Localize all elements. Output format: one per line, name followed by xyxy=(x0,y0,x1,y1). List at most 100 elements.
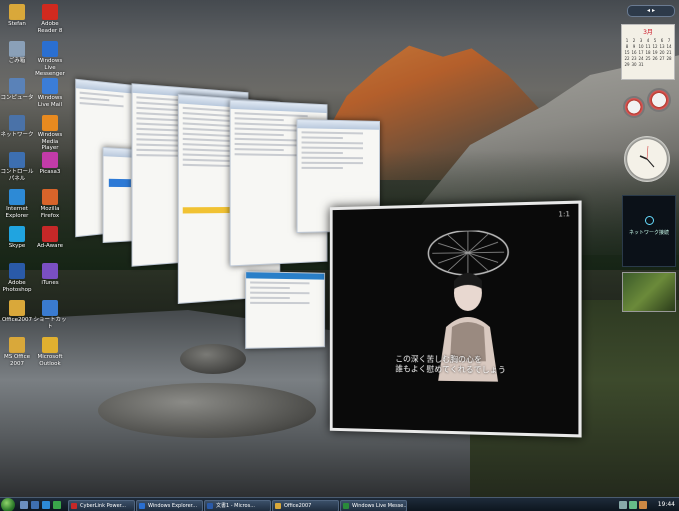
desktop-icon-label: Microsoft Outlook xyxy=(37,354,63,367)
app-icon xyxy=(42,78,58,94)
calendar-day[interactable]: 14 xyxy=(666,44,672,49)
clipboard-gadget[interactable] xyxy=(621,88,673,124)
desktop-icon-label: Windows Media Player xyxy=(37,132,63,151)
calendar-day[interactable]: 4 xyxy=(645,38,651,43)
taskbar-button[interactable]: CyberLink Power... xyxy=(68,500,135,511)
calendar-day[interactable]: 9 xyxy=(631,44,637,49)
calendar-day[interactable]: 6 xyxy=(659,38,665,43)
desktop-icon[interactable]: Windows Live Messenger xyxy=(33,41,67,78)
calendar-day[interactable]: 27 xyxy=(659,56,665,61)
taskbar-button-label: Office2007 xyxy=(284,503,312,509)
network-tray-icon[interactable] xyxy=(629,501,637,509)
desktop-icon[interactable]: ごみ箱 xyxy=(0,41,34,65)
taskbar-button[interactable]: Office2007 xyxy=(272,500,339,511)
show-desktop-icon[interactable] xyxy=(20,501,28,509)
desktop-icon[interactable]: MS Office 2007 xyxy=(0,337,34,367)
calendar-day[interactable]: 17 xyxy=(638,50,644,55)
ie-launch-icon[interactable] xyxy=(42,501,50,509)
sidebar-toggle-button[interactable]: ◂ ▸ xyxy=(627,5,675,17)
calendar-day[interactable]: 26 xyxy=(652,56,658,61)
network-gadget[interactable]: ネットワーク接続 xyxy=(622,195,676,267)
calendar-day[interactable]: 11 xyxy=(645,44,651,49)
desktop-icon[interactable]: Office2007 xyxy=(0,300,34,324)
window-titlebar xyxy=(297,120,380,130)
calendar-day[interactable]: 1 xyxy=(624,38,630,43)
calendar-day[interactable]: 18 xyxy=(645,50,651,55)
desktop-icon-label: Adobe Reader 8 xyxy=(37,21,63,34)
desktop-icon[interactable]: Internet Explorer xyxy=(0,189,34,219)
clock-hands-icon xyxy=(639,145,655,168)
calendar-day[interactable]: 12 xyxy=(652,44,658,49)
desktop-icon-label: Skype xyxy=(8,243,26,249)
calendar-day[interactable]: 29 xyxy=(624,62,630,67)
app-icon xyxy=(9,300,25,316)
task-app-icon xyxy=(275,503,281,509)
taskbar: CyberLink Power... Windows Explorer... 文書1… xyxy=(0,497,679,511)
volume-icon[interactable] xyxy=(619,501,627,509)
desktop-icon[interactable]: Microsoft Outlook xyxy=(33,337,67,367)
calendar-day[interactable]: 31 xyxy=(638,62,644,67)
desktop-icon[interactable]: Windows Live Mail xyxy=(33,78,67,108)
taskbar-button[interactable]: Windows Live Messe... xyxy=(340,500,407,511)
desktop-icon[interactable]: Skype xyxy=(0,226,34,250)
calendar-day[interactable]: 28 xyxy=(666,56,672,61)
taskbar-button-label: Windows Explorer... xyxy=(148,503,198,509)
calendar-day[interactable]: 24 xyxy=(638,56,644,61)
app-icon xyxy=(9,115,25,131)
desktop-icon-label: Picasa3 xyxy=(39,169,61,175)
calendar-day[interactable]: 2 xyxy=(631,38,637,43)
calendar-day[interactable]: 20 xyxy=(659,50,665,55)
calendar-day[interactable]: 8 xyxy=(624,44,630,49)
desktop-icon[interactable]: Picasa3 xyxy=(33,152,67,176)
calendar-day[interactable]: 13 xyxy=(659,44,665,49)
app-icon xyxy=(9,41,25,57)
calendar-day[interactable]: 30 xyxy=(631,62,637,67)
calendar-day[interactable]: 3 xyxy=(638,38,644,43)
video-player-window[interactable]: 1:1 この深く苦しむ胸の心を 誰もよく慰めてくれるでしょう xyxy=(329,200,582,438)
start-button[interactable] xyxy=(1,498,15,511)
calendar-day[interactable]: 23 xyxy=(631,56,637,61)
app-icon xyxy=(9,337,25,353)
calendar-day[interactable]: 21 xyxy=(666,50,672,55)
app-icon xyxy=(42,263,58,279)
calendar-day[interactable]: 10 xyxy=(638,44,644,49)
slideshow-gadget[interactable] xyxy=(622,272,676,312)
app-icon xyxy=(42,4,58,20)
calendar-day[interactable]: 25 xyxy=(645,56,651,61)
calendar-gadget[interactable]: 3月 1 2 3 4 5 6 7 8 9 10 11 12 13 14 15 16 17 18 19 20 21 22 23… xyxy=(621,24,675,80)
taskbar-button[interactable]: Windows Explorer... xyxy=(136,500,203,511)
desktop-icon-label: Ad-Aware xyxy=(37,243,63,249)
desktop-icon[interactable]: Adobe Photoshop xyxy=(0,263,34,293)
tray-clock[interactable]: 19:44 xyxy=(658,499,675,511)
gauge-icon xyxy=(623,96,645,118)
calendar-day[interactable]: 5 xyxy=(652,38,658,43)
desktop-icon[interactable]: Windows Media Player xyxy=(33,115,67,152)
calendar-day[interactable]: 16 xyxy=(631,50,637,55)
desktop-icon-label: Windows Live Mail xyxy=(37,95,63,108)
stacked-window-6[interactable] xyxy=(245,271,326,349)
switch-windows-icon[interactable] xyxy=(31,501,39,509)
desktop-icon[interactable]: Stefan xyxy=(0,4,34,28)
desktop: Stefan Adobe Reader 8 ごみ箱 Windows Live Mess… xyxy=(0,0,679,511)
calendar-day[interactable]: 19 xyxy=(652,50,658,55)
language-icon[interactable] xyxy=(639,501,647,509)
window-button-blue xyxy=(108,178,131,188)
clock-gadget[interactable] xyxy=(624,136,670,182)
messenger-launch-icon[interactable] xyxy=(53,501,61,509)
desktop-icon[interactable]: Mozilla Firefox xyxy=(33,189,67,219)
calendar-day[interactable]: 15 xyxy=(624,50,630,55)
desktop-icon[interactable]: Ad-Aware xyxy=(33,226,67,250)
desktop-icon[interactable]: iTunes xyxy=(33,263,67,287)
calendar-day[interactable]: 22 xyxy=(624,56,630,61)
desktop-icon[interactable]: コンピュータ xyxy=(0,78,34,102)
desktop-icon[interactable]: Adobe Reader 8 xyxy=(33,4,67,34)
desktop-icon-label: Internet Explorer xyxy=(5,206,29,219)
calendar-day[interactable]: 7 xyxy=(666,38,672,43)
taskbar-button-label: CyberLink Power... xyxy=(80,503,127,509)
desktop-icon[interactable]: ネットワーク xyxy=(0,115,34,139)
taskbar-button[interactable]: 文書1 - Micros... xyxy=(204,500,271,511)
desktop-icon[interactable]: コントロール パネル xyxy=(0,152,34,182)
desktop-icon[interactable]: ショートカット xyxy=(33,300,67,330)
task-app-icon xyxy=(71,503,77,509)
app-icon xyxy=(9,78,25,94)
